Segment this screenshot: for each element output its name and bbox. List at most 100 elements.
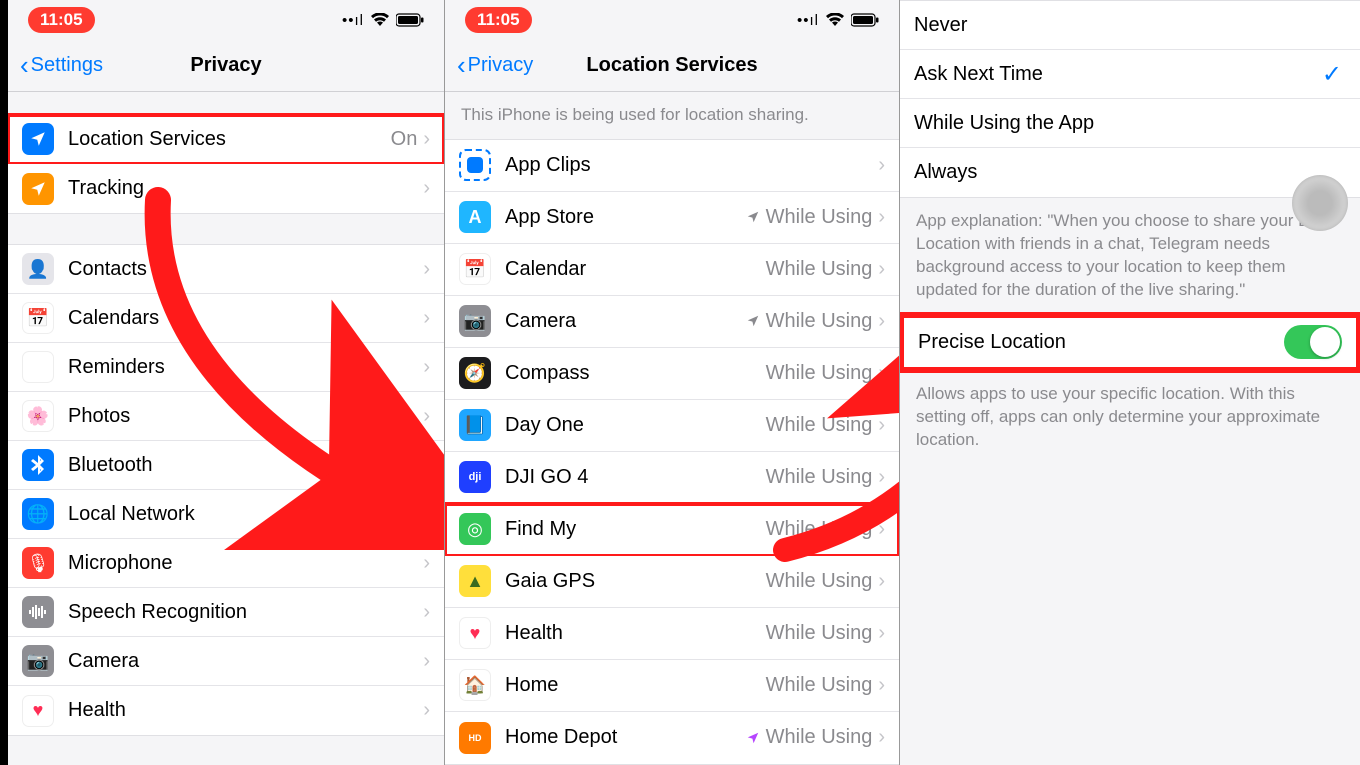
row-precise-location[interactable]: Precise Location bbox=[904, 318, 1356, 367]
chevron-right-icon: › bbox=[878, 310, 885, 333]
chevron-left-icon: ‹ bbox=[457, 50, 466, 81]
row-label: Always bbox=[914, 161, 1346, 184]
chevron-right-icon: › bbox=[423, 307, 430, 330]
row-label: Contacts bbox=[68, 258, 423, 281]
location-arrow-icon bbox=[746, 314, 760, 328]
row-label: While Using the App bbox=[914, 112, 1346, 135]
time-recording-pill: 11:05 bbox=[28, 7, 95, 33]
chevron-right-icon: › bbox=[423, 405, 430, 428]
battery-icon bbox=[396, 13, 424, 27]
row-label: Calendars bbox=[68, 307, 423, 330]
row-local-network[interactable]: 🌐 Local Network› bbox=[8, 490, 444, 539]
photos-icon: 🌸 bbox=[22, 400, 54, 432]
row-home-app[interactable]: 🏠HomeWhile Using› bbox=[445, 660, 899, 712]
chevron-right-icon: › bbox=[878, 518, 885, 541]
tracking-icon bbox=[22, 173, 54, 205]
group-apps: App Clips› AApp StoreWhile Using› 📅Calen… bbox=[445, 139, 899, 765]
row-label: DJI GO 4 bbox=[505, 466, 766, 489]
row-reminders[interactable]: ☰Reminders› bbox=[8, 343, 444, 392]
gaia-icon: ▲ bbox=[459, 565, 491, 597]
row-label: Tracking bbox=[68, 177, 423, 200]
row-calendars[interactable]: 📅 Calendars› bbox=[8, 294, 444, 343]
precise-location-toggle[interactable] bbox=[1284, 325, 1342, 359]
row-bluetooth[interactable]: Bluetooth› bbox=[8, 441, 444, 490]
row-label: Location Services bbox=[68, 128, 391, 151]
row-value: While Using bbox=[766, 466, 873, 489]
chevron-right-icon: › bbox=[878, 362, 885, 385]
row-never[interactable]: Never bbox=[900, 1, 1360, 50]
row-health-app[interactable]: ♥HealthWhile Using› bbox=[445, 608, 899, 660]
chevron-right-icon: › bbox=[878, 258, 885, 281]
assistive-touch-button[interactable] bbox=[1292, 175, 1348, 231]
chevron-right-icon: › bbox=[878, 622, 885, 645]
chevron-right-icon: › bbox=[423, 699, 430, 722]
row-value: While Using bbox=[766, 518, 873, 541]
find-my-icon: ◎ bbox=[459, 513, 491, 545]
checkmark-icon: ✓ bbox=[1322, 60, 1342, 89]
nav-bar: ‹ Privacy Location Services bbox=[445, 40, 899, 92]
day-one-icon: 📘 bbox=[459, 409, 491, 441]
row-ask-next-time[interactable]: Ask Next Time✓ bbox=[900, 50, 1360, 99]
row-label: Bluetooth bbox=[68, 454, 423, 477]
row-microphone[interactable]: 🎙Microphone› bbox=[8, 539, 444, 588]
row-compass[interactable]: 🧭CompassWhile Using› bbox=[445, 348, 899, 400]
row-camera-app[interactable]: 📷CameraWhile Using› bbox=[445, 296, 899, 348]
app-clips-icon bbox=[459, 149, 491, 181]
row-label: Camera bbox=[505, 310, 746, 333]
signal-icon: ••ıl bbox=[797, 12, 819, 29]
status-icons: ••ıl bbox=[342, 12, 424, 29]
row-label: Local Network bbox=[68, 503, 423, 526]
row-dji-go[interactable]: djiDJI GO 4While Using› bbox=[445, 452, 899, 504]
precise-location-footer: Allows apps to use your specific locatio… bbox=[900, 371, 1360, 464]
chevron-left-icon: ‹ bbox=[20, 50, 29, 81]
calendar-app-icon: 📅 bbox=[459, 253, 491, 285]
chevron-right-icon: › bbox=[423, 650, 430, 673]
row-tracking[interactable]: Tracking › bbox=[8, 164, 444, 213]
row-location-services[interactable]: Location Services On › bbox=[8, 115, 444, 164]
row-label: Compass bbox=[505, 362, 766, 385]
row-value: While Using bbox=[766, 570, 873, 593]
row-label: Health bbox=[68, 699, 423, 722]
row-value: While Using bbox=[766, 206, 873, 229]
row-always[interactable]: Always bbox=[900, 148, 1360, 197]
network-icon: 🌐 bbox=[22, 498, 54, 530]
chevron-right-icon: › bbox=[423, 356, 430, 379]
chevron-right-icon: › bbox=[423, 128, 430, 151]
chevron-right-icon: › bbox=[878, 466, 885, 489]
row-app-store[interactable]: AApp StoreWhile Using› bbox=[445, 192, 899, 244]
row-label: Reminders bbox=[68, 356, 423, 379]
chevron-right-icon: › bbox=[423, 503, 430, 526]
battery-icon bbox=[851, 13, 879, 27]
row-value: While Using bbox=[766, 258, 873, 281]
group-precise-location: Precise Location bbox=[900, 314, 1360, 371]
location-arrow-icon bbox=[746, 731, 760, 745]
row-while-using[interactable]: While Using the App bbox=[900, 99, 1360, 148]
row-label: Gaia GPS bbox=[505, 570, 766, 593]
back-button[interactable]: ‹ Settings bbox=[20, 50, 103, 81]
status-bar: 11:05 ••ıl bbox=[8, 0, 444, 40]
row-day-one[interactable]: 📘Day OneWhile Using› bbox=[445, 400, 899, 452]
location-arrow-icon bbox=[746, 210, 760, 224]
chevron-right-icon: › bbox=[423, 454, 430, 477]
row-value: While Using bbox=[766, 310, 873, 333]
calendar-icon: 📅 bbox=[22, 302, 54, 334]
row-calendar[interactable]: 📅CalendarWhile Using› bbox=[445, 244, 899, 296]
back-label: Privacy bbox=[468, 54, 534, 77]
row-health[interactable]: ♥Health› bbox=[8, 686, 444, 735]
row-photos[interactable]: 🌸Photos› bbox=[8, 392, 444, 441]
chevron-right-icon: › bbox=[423, 258, 430, 281]
row-value: While Using bbox=[766, 622, 873, 645]
row-camera[interactable]: 📷Camera› bbox=[8, 637, 444, 686]
row-gaia-gps[interactable]: ▲Gaia GPSWhile Using› bbox=[445, 556, 899, 608]
row-contacts[interactable]: 👤Contacts› bbox=[8, 245, 444, 294]
row-speech-recognition[interactable]: Speech Recognition› bbox=[8, 588, 444, 637]
row-app-clips[interactable]: App Clips› bbox=[445, 140, 899, 192]
row-find-my[interactable]: ◎Find MyWhile Using› bbox=[445, 504, 899, 556]
row-value: While Using bbox=[766, 414, 873, 437]
row-label: App Store bbox=[505, 206, 746, 229]
back-button[interactable]: ‹ Privacy bbox=[457, 50, 533, 81]
row-home-depot[interactable]: HDHome DepotWhile Using› bbox=[445, 712, 899, 764]
sharing-header: This iPhone is being used for location s… bbox=[445, 92, 899, 139]
nav-bar: ‹ Settings Privacy bbox=[8, 40, 444, 92]
row-label: Camera bbox=[68, 650, 423, 673]
